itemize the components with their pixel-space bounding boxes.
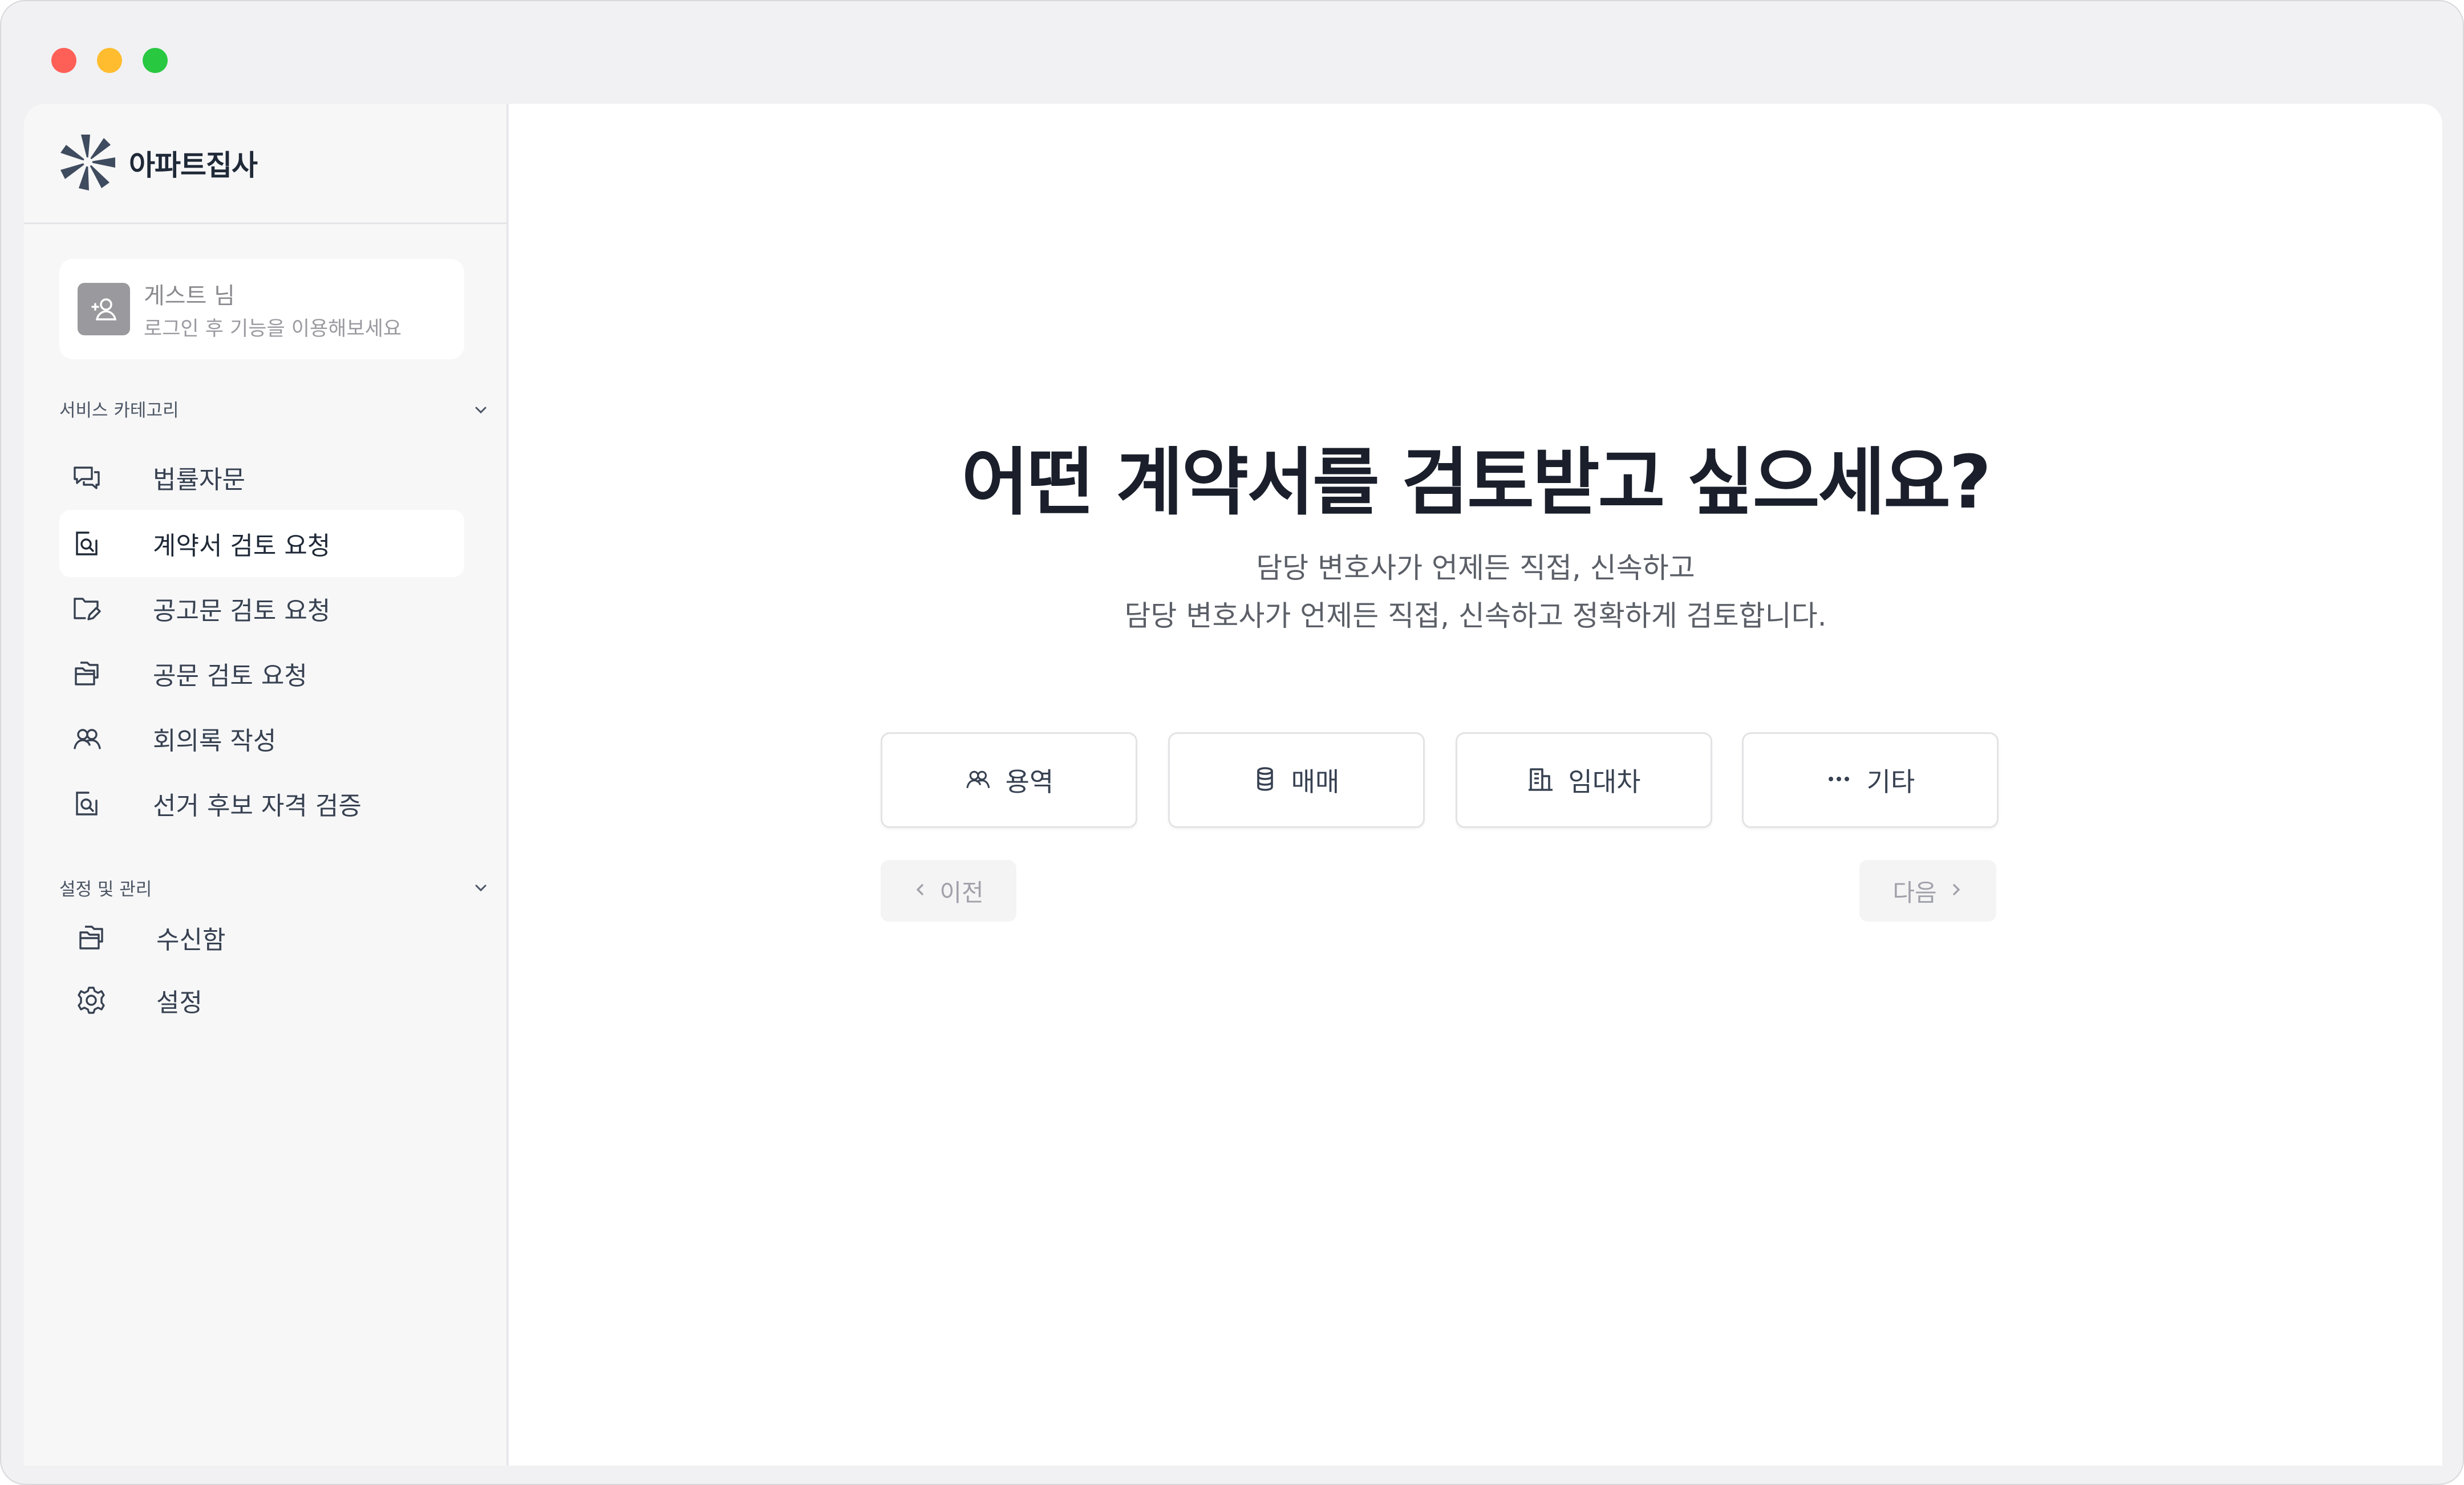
stacked-folders-icon: [75, 922, 107, 954]
option-label: 매매: [1291, 766, 1340, 797]
people-icon: [71, 723, 103, 754]
gear-icon: [75, 984, 107, 1016]
chat-bubbles-icon: [71, 461, 103, 493]
sidebar-item-label: 계약서 검토 요청: [153, 531, 331, 561]
sidebar-item-legal-advice[interactable]: 법률자문: [59, 444, 464, 511]
folder-edit-icon: [71, 593, 103, 624]
service-category-title: 서비스 카테고리: [59, 400, 179, 421]
option-label: 용역: [1005, 766, 1054, 797]
document-search-icon: [71, 788, 103, 819]
user-card[interactable]: 게스트 님 로그인 후 기능을 이용해보세요: [59, 259, 464, 359]
sidebar-item-candidate-verification[interactable]: 선거 후보 자격 검증: [59, 770, 464, 837]
option-label: 기타: [1866, 766, 1915, 797]
sidebar-item-label: 법률자문: [153, 465, 245, 494]
sidebar-item-settings[interactable]: 설정: [59, 968, 464, 1032]
page-title: 어떤 계약서를 검토받고 싶으세요?: [961, 440, 1992, 525]
option-lease-button[interactable]: 임대차: [1456, 732, 1712, 828]
option-sale-button[interactable]: 매매: [1168, 732, 1425, 828]
option-other-button[interactable]: 기타: [1742, 732, 1999, 828]
chevron-down-icon[interactable]: [472, 879, 489, 899]
chevron-right-icon: [1948, 881, 1963, 900]
people-icon: [964, 766, 991, 794]
sidebar-item-minutes[interactable]: 회의록 작성: [59, 705, 464, 772]
document-search-icon: [71, 528, 103, 559]
chevron-down-icon[interactable]: [472, 401, 489, 421]
brand[interactable]: 아파트집사: [58, 132, 258, 194]
sidebar-item-label: 설정: [156, 988, 202, 1017]
sidebar-item-official-letter-review[interactable]: 공문 검토 요청: [59, 640, 464, 707]
database-icon: [1254, 766, 1276, 794]
prev-button[interactable]: 이전: [881, 860, 1016, 922]
next-button[interactable]: 다음: [1859, 860, 1996, 922]
chevron-left-icon: [913, 881, 928, 900]
sidebar-item-label: 공문 검토 요청: [153, 662, 307, 691]
sidebar-item-label: 선거 후보 자격 검증: [153, 792, 362, 821]
sidebar: 아파트집사 게스트 님 로그인 후 기능을 이용해보세요 서비스 카테고리 법률…: [24, 104, 508, 1466]
app-window: 아파트집사 게스트 님 로그인 후 기능을 이용해보세요 서비스 카테고리 법률…: [0, 0, 2464, 1485]
sidebar-item-notice-review[interactable]: 공고문 검토 요청: [59, 575, 464, 642]
sidebar-divider: [24, 222, 506, 224]
option-label: 임대차: [1568, 766, 1641, 797]
sidebar-item-label: 회의록 작성: [153, 727, 277, 756]
brand-name: 아파트집사: [129, 149, 258, 182]
sidebar-item-contract-review[interactable]: 계약서 검토 요청: [59, 510, 464, 577]
sidebar-item-label: 수신함: [156, 926, 226, 955]
building-icon: [1527, 766, 1554, 794]
close-window-button[interactable]: [51, 48, 76, 73]
settings-section-title: 설정 및 관리: [59, 879, 152, 900]
main-content: 어떤 계약서를 검토받고 싶으세요? 담당 변호사가 언제든 직접, 신속하고 …: [509, 104, 2442, 1466]
stacked-folders-icon: [71, 658, 103, 689]
maximize-window-button[interactable]: [143, 48, 168, 73]
more-dots-icon: [1826, 766, 1852, 794]
starburst-logo-icon: [58, 132, 117, 194]
sidebar-item-inbox[interactable]: 수신함: [59, 906, 464, 969]
user-plus-icon: [78, 283, 130, 335]
subtitle-line-1: 담당 변호사가 언제든 직접, 신속하고: [1256, 551, 1695, 585]
login-hint: 로그인 후 기능을 이용해보세요: [144, 318, 402, 340]
sidebar-item-label: 공고문 검토 요청: [153, 597, 331, 626]
next-label: 다음: [1892, 878, 1937, 907]
option-service-button[interactable]: 용역: [881, 732, 1137, 828]
window-controls: [51, 48, 168, 73]
prev-label: 이전: [939, 878, 984, 907]
minimize-window-button[interactable]: [97, 48, 122, 73]
subtitle-line-2: 담당 변호사가 언제든 직접, 신속하고 정확하게 검토합니다.: [1124, 599, 1827, 632]
user-name: 게스트 님: [144, 283, 235, 309]
